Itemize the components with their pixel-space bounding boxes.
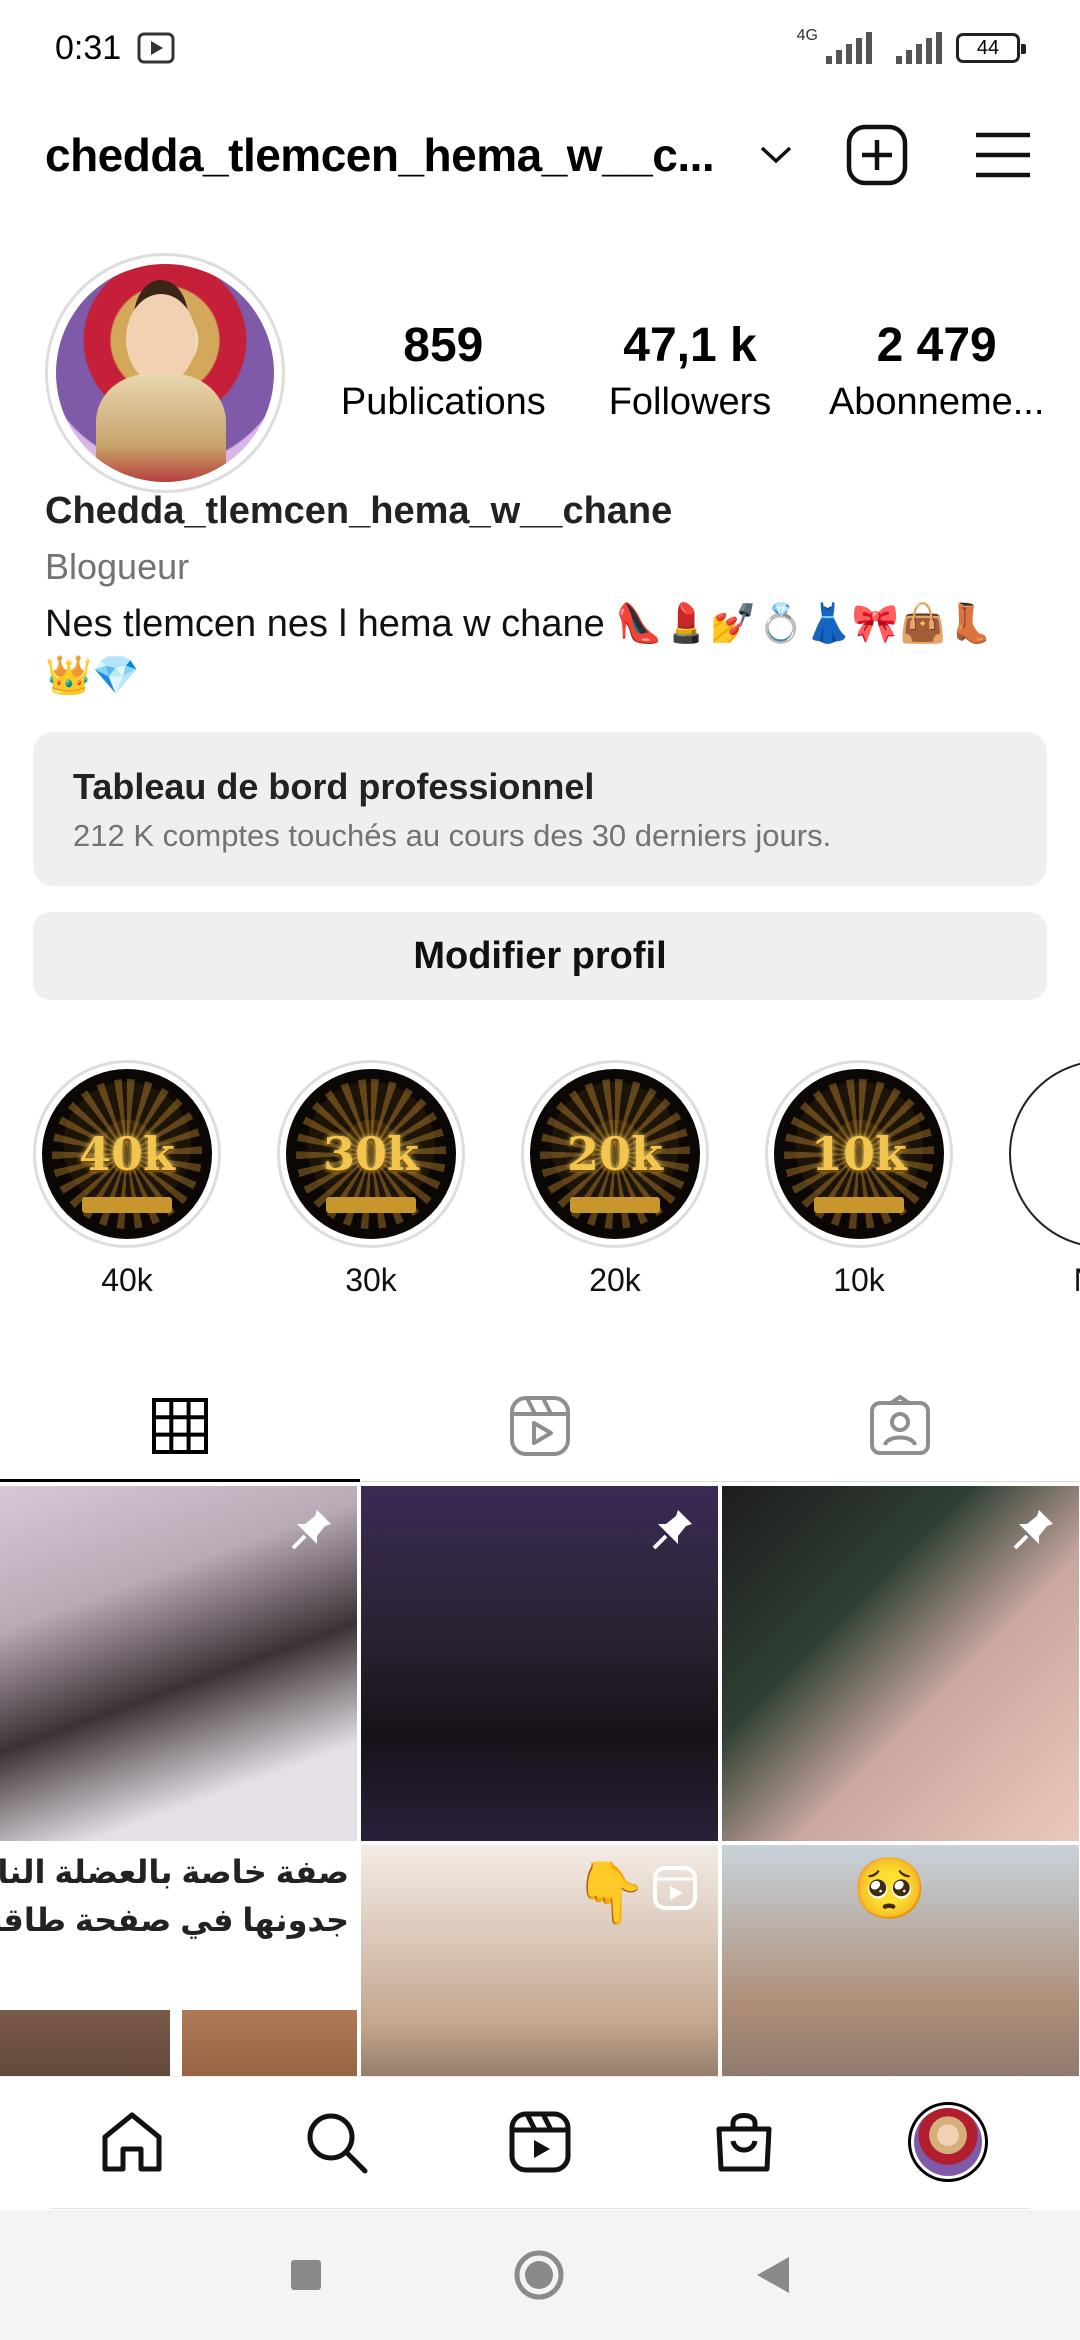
highlight-label: 30k [345, 1262, 397, 1298]
system-navigation-bar [0, 2210, 1080, 2340]
highlight-badge: 20k [567, 1127, 663, 1181]
avatar-image [56, 264, 274, 482]
bio-line: Nes tlemcen nes l hema w chane 👠💄💅💍👗🎀👜👢 [45, 603, 994, 645]
back-icon[interactable] [755, 2255, 791, 2295]
highlight-label: 40k [101, 1262, 153, 1298]
highlight-badge: 40k [79, 1127, 175, 1181]
menu-button[interactable] [971, 123, 1035, 187]
stat-posts[interactable]: 859 Publications [320, 318, 567, 424]
plus-square-icon [846, 124, 908, 186]
tab-tagged[interactable] [720, 1370, 1080, 1481]
highlight-item[interactable]: 40k 40k [33, 1060, 221, 1310]
tab-reels[interactable] [360, 1370, 720, 1481]
nav-profile[interactable] [908, 2101, 988, 2182]
nav-reels[interactable] [500, 2102, 580, 2182]
highlight-badge: 30k [323, 1127, 419, 1181]
post-thumbnail[interactable] [361, 1486, 718, 1841]
highlight-label: 10k [833, 1262, 885, 1298]
highlight-label: Nou [1009, 1262, 1080, 1299]
stat-posts-label: Publications [340, 381, 546, 423]
nav-home[interactable] [92, 2102, 172, 2182]
post-thumbnail[interactable]: 🥺 [722, 1845, 1079, 2076]
highlight-item[interactable]: 30k 30k [277, 1060, 465, 1310]
highlight-item[interactable]: 20k 20k [521, 1060, 709, 1310]
highlight-cover: 10k [774, 1069, 944, 1239]
shopping-bag-icon [716, 2112, 772, 2171]
media-notification-icon [137, 32, 175, 64]
hamburger-menu-icon [976, 132, 1030, 178]
reel-badge-icon [653, 1866, 697, 1910]
battery-icon: 44 [956, 33, 1026, 63]
stat-following-label: Abonneme... [828, 381, 1045, 423]
search-icon [307, 2113, 368, 2173]
profile-category: Blogueur [45, 546, 190, 587]
profile-tabs [0, 1370, 1080, 1482]
recent-apps-icon[interactable] [289, 2258, 323, 2292]
status-time: 0:31 [55, 28, 122, 67]
account-username[interactable]: chedda_tlemcen_hema_w__c... [45, 128, 714, 182]
nav-shop[interactable] [704, 2102, 784, 2182]
highlight-cover: 40k [42, 1069, 212, 1239]
stat-followers-label: Followers [608, 381, 772, 423]
create-post-button[interactable] [845, 123, 909, 187]
reels-icon [510, 1395, 570, 1456]
pin-icon [1013, 1510, 1053, 1550]
stat-posts-count: 859 [403, 319, 484, 372]
post-thumbnail[interactable]: 👇 [361, 1845, 718, 2076]
profile-full-name: Chedda_tlemcen_hema_w__chane [45, 490, 673, 532]
stat-following-count: 2 479 [876, 319, 997, 372]
post-caption-overlay: جدونها في صفحة طاقيتها [0, 1902, 349, 1938]
divider [50, 2208, 1030, 2209]
edit-profile-button[interactable]: Modifier profil [33, 912, 1047, 1000]
home-icon [102, 2112, 162, 2171]
highlight-cover: 30k [286, 1069, 456, 1239]
tab-posts-grid[interactable] [0, 1370, 360, 1482]
new-highlight-button[interactable]: + Nou [1009, 1060, 1080, 1310]
signal-icon-2 [896, 32, 942, 64]
profile-header: chedda_tlemcen_hema_w__c... [0, 112, 1080, 198]
stat-followers-count: 47,1 k [623, 319, 757, 372]
highlight-item[interactable]: 10k 10k [765, 1060, 953, 1310]
posts-grid: صفة خاصة بالعضلة النائمة جدونها في صفحة … [0, 1486, 1080, 2076]
post-caption-overlay: صفة خاصة بالعضلة النائمة [0, 1854, 349, 1890]
profile-stats: 859 Publications 47,1 k Followers 2 479 … [320, 318, 1060, 424]
chevron-down-icon[interactable] [756, 135, 796, 175]
nav-search[interactable] [296, 2102, 376, 2182]
home-button-icon[interactable] [513, 2249, 565, 2301]
reels-icon [509, 2111, 571, 2172]
story-highlights: 40k 40k 30k 30k 20k 20k 10k 10k + Nou [33, 1060, 1080, 1310]
battery-level: 44 [976, 36, 1000, 59]
highlight-cover: 20k [530, 1069, 700, 1239]
status-bar: 0:31 4G 44 [0, 0, 1080, 96]
highlight-label: 20k [589, 1262, 641, 1298]
post-thumbnail[interactable]: صفة خاصة بالعضلة النائمة جدونها في صفحة … [0, 1845, 357, 2076]
profile-avatar[interactable] [45, 253, 285, 493]
profile-avatar-icon [908, 2101, 988, 2182]
dashboard-subtitle: 212 K comptes touchés au cours des 30 de… [73, 818, 832, 853]
highlight-badge: 10k [811, 1127, 907, 1181]
bottom-navigation [0, 2076, 1080, 2206]
pin-icon [652, 1510, 692, 1550]
bio-line: 👑💎 [45, 655, 140, 697]
dashboard-title: Tableau de bord professionnel [73, 766, 595, 807]
stat-following[interactable]: 2 479 Abonneme... [813, 318, 1060, 424]
pleading-face-icon: 🥺 [852, 1855, 927, 1922]
post-thumbnail[interactable] [0, 1486, 357, 1841]
pointing-hand-icon: 👇 [573, 1859, 648, 1926]
stat-followers[interactable]: 47,1 k Followers [567, 318, 814, 424]
tagged-person-icon [870, 1394, 930, 1455]
profile-bio: Nes tlemcen nes l hema w chane 👠💄💅💍👗🎀👜👢 … [45, 598, 1045, 702]
professional-dashboard-card[interactable]: Tableau de bord professionnel 212 K comp… [33, 732, 1047, 886]
post-thumbnail[interactable] [722, 1486, 1079, 1841]
signal-icon [826, 32, 872, 64]
grid-icon [152, 1397, 208, 1454]
pin-icon [291, 1510, 331, 1550]
network-type: 4G [796, 27, 818, 44]
